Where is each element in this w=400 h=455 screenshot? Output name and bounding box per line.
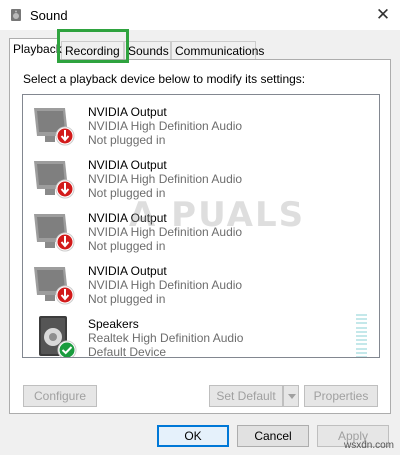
ok-button[interactable]: OK <box>157 425 229 447</box>
watermark-logo: A PUALS <box>129 195 306 235</box>
close-button[interactable]: ✕ <box>372 4 394 26</box>
device-name: NVIDIA Output <box>88 264 167 278</box>
device-item-nvidia-output-4[interactable]: NVIDIA Output NVIDIA High Definition Aud… <box>23 257 379 310</box>
set-default-dropdown-arrow-icon[interactable] <box>283 385 299 407</box>
device-status: Not plugged in <box>88 292 166 306</box>
cancel-button[interactable]: Cancel <box>237 425 309 447</box>
unplugged-red-arrow-icon <box>55 232 75 252</box>
unplugged-red-arrow-icon <box>55 179 75 199</box>
tab-label: Playback <box>13 42 62 56</box>
tab-label: Communications <box>175 44 265 58</box>
instruction-text: Select a playback device below to modify… <box>23 72 306 86</box>
device-description: NVIDIA High Definition Audio <box>88 278 243 292</box>
device-item-speakers[interactable]: Speakers Realtek High Definition Audio D… <box>23 310 379 358</box>
title-bar: Sound ✕ <box>0 0 400 30</box>
device-status: Default Device <box>88 345 167 358</box>
tab-communications[interactable]: Communications <box>171 41 264 60</box>
volume-level-meter <box>356 314 367 357</box>
unplugged-red-arrow-icon <box>55 126 75 146</box>
sound-speaker-icon <box>11 9 21 21</box>
properties-button[interactable]: Properties <box>304 385 378 407</box>
device-status: Not plugged in <box>88 239 166 253</box>
set-default-button[interactable]: Set Default <box>209 385 283 407</box>
device-description: NVIDIA High Definition Audio <box>88 172 243 186</box>
device-status: Not plugged in <box>88 133 166 147</box>
default-green-check-icon <box>57 340 77 357</box>
playback-panel: Select a playback device below to modify… <box>9 59 391 414</box>
site-watermark: wsxdn.com <box>343 440 394 451</box>
close-icon: ✕ <box>375 5 391 24</box>
device-name: NVIDIA Output <box>88 158 167 172</box>
device-name: NVIDIA Output <box>88 105 167 119</box>
unplugged-red-arrow-icon <box>55 285 75 305</box>
device-item-nvidia-output-1[interactable]: NVIDIA Output NVIDIA High Definition Aud… <box>23 98 379 151</box>
tab-sounds[interactable]: Sounds <box>124 41 171 60</box>
device-description: NVIDIA High Definition Audio <box>88 119 243 133</box>
window-title: Sound <box>30 8 68 23</box>
device-description: Realtek High Definition Audio <box>88 331 244 345</box>
recording-tab-highlight <box>57 29 129 63</box>
configure-button[interactable]: Configure <box>23 385 97 407</box>
tab-playback[interactable]: Playback <box>9 38 62 61</box>
tab-label: Sounds <box>128 44 169 58</box>
device-name: Speakers <box>88 317 139 331</box>
